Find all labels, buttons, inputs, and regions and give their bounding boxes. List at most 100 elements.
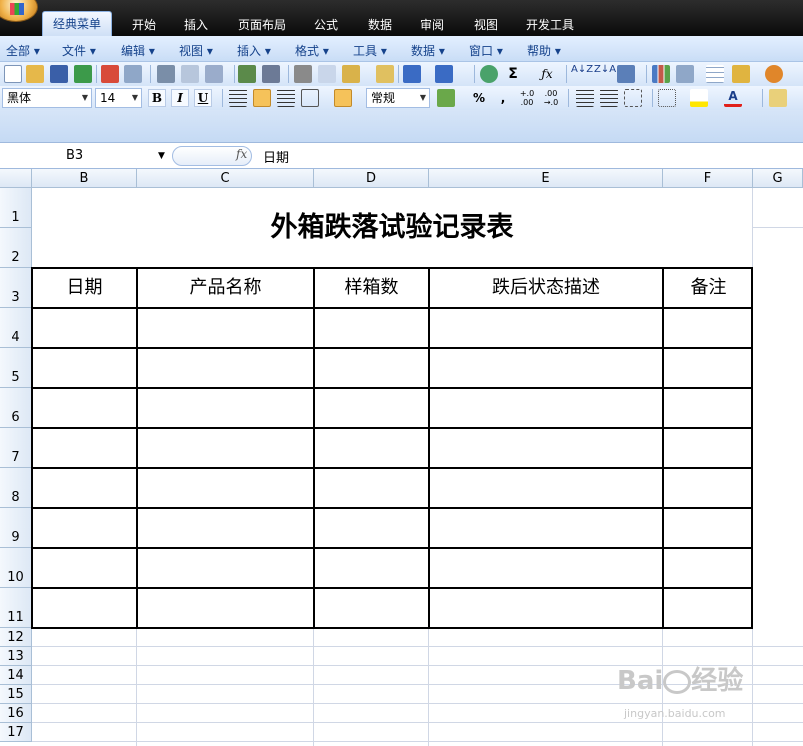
spelling-icon[interactable] bbox=[238, 65, 256, 83]
table-cell[interactable] bbox=[664, 389, 753, 429]
header-cell-product-name[interactable]: 产品名称 bbox=[138, 269, 315, 309]
open-icon[interactable] bbox=[26, 65, 44, 83]
copy-icon[interactable] bbox=[318, 65, 336, 83]
row-header-11[interactable]: 11 bbox=[0, 588, 32, 628]
comma-icon[interactable]: , bbox=[494, 89, 512, 107]
function-icon[interactable]: ƒx bbox=[538, 65, 556, 83]
chart-icon[interactable] bbox=[652, 65, 670, 83]
tab-formulas[interactable]: 公式 bbox=[306, 14, 346, 36]
redo-icon[interactable] bbox=[435, 65, 453, 83]
row-header-8[interactable]: 8 bbox=[0, 468, 32, 508]
table-cell[interactable] bbox=[138, 589, 315, 629]
table-cell[interactable] bbox=[430, 429, 664, 469]
insert-comment-icon[interactable] bbox=[769, 89, 787, 107]
wrap-text-icon[interactable] bbox=[334, 89, 352, 107]
formula-value[interactable]: 日期 bbox=[263, 147, 289, 166]
table-cell[interactable] bbox=[33, 509, 138, 549]
row-header-7[interactable]: 7 bbox=[0, 428, 32, 468]
table-cell[interactable] bbox=[664, 469, 753, 509]
folder-icon[interactable] bbox=[732, 65, 750, 83]
table-cell[interactable] bbox=[315, 389, 430, 429]
print-preview-icon[interactable] bbox=[181, 65, 199, 83]
table-cell[interactable] bbox=[315, 309, 430, 349]
sheet-title[interactable]: 外箱跌落试验记录表 bbox=[32, 188, 752, 268]
table-cell[interactable] bbox=[138, 509, 315, 549]
save-icon[interactable] bbox=[50, 65, 68, 83]
select-all-corner[interactable] bbox=[0, 169, 32, 188]
table-cell[interactable] bbox=[33, 549, 138, 589]
undo-icon[interactable] bbox=[403, 65, 421, 83]
excel-icon[interactable] bbox=[74, 65, 92, 83]
column-header-d[interactable]: D bbox=[314, 169, 429, 188]
underline-button[interactable]: U bbox=[194, 89, 212, 107]
permission-icon[interactable] bbox=[101, 65, 119, 83]
tab-insert[interactable]: 插入 bbox=[176, 14, 216, 36]
menu-help[interactable]: 帮助 ▾ bbox=[527, 42, 561, 59]
autosum-icon[interactable]: Σ bbox=[504, 65, 522, 83]
font-name-combo[interactable]: 黑体 ▼ bbox=[2, 88, 92, 108]
bold-button[interactable]: B bbox=[148, 89, 166, 107]
table-cell[interactable] bbox=[138, 389, 315, 429]
table-cell[interactable] bbox=[33, 389, 138, 429]
row-header-15[interactable]: 15 bbox=[0, 685, 32, 704]
table-cell[interactable] bbox=[664, 509, 753, 549]
menu-format[interactable]: 格式 ▾ bbox=[295, 42, 329, 59]
header-cell-sample-count[interactable]: 样箱数 bbox=[315, 269, 430, 309]
tab-classic-menu[interactable]: 经典菜单 bbox=[42, 11, 112, 36]
sort-ascending-icon[interactable]: A↓Z bbox=[571, 65, 593, 83]
tab-home[interactable]: 开始 bbox=[124, 14, 164, 36]
align-left-icon[interactable] bbox=[229, 89, 247, 107]
table-cell[interactable] bbox=[138, 349, 315, 389]
row-header-14[interactable]: 14 bbox=[0, 666, 32, 685]
menu-window[interactable]: 窗口 ▾ bbox=[469, 42, 503, 59]
table-cell[interactable] bbox=[315, 549, 430, 589]
row-header-2[interactable]: 2 bbox=[0, 228, 32, 268]
align-right-icon[interactable] bbox=[277, 89, 295, 107]
decrease-decimal-icon[interactable]: .00 →.0 bbox=[542, 89, 560, 107]
options-icon[interactable] bbox=[765, 65, 783, 83]
header-cell-remarks[interactable]: 备注 bbox=[664, 269, 753, 309]
table-cell[interactable] bbox=[430, 549, 664, 589]
row-header-6[interactable]: 6 bbox=[0, 388, 32, 428]
tab-page-layout[interactable]: 页面布局 bbox=[232, 14, 292, 36]
column-header-b[interactable]: B bbox=[32, 169, 137, 188]
tab-review[interactable]: 审阅 bbox=[412, 14, 452, 36]
increase-decimal-icon[interactable]: +.0.00 bbox=[518, 89, 536, 107]
table-cell[interactable] bbox=[430, 469, 664, 509]
font-size-combo[interactable]: 14 ▼ bbox=[95, 88, 142, 108]
column-header-c[interactable]: C bbox=[137, 169, 314, 188]
tab-data[interactable]: 数据 bbox=[360, 14, 400, 36]
menu-all[interactable]: 全部 ▾ bbox=[6, 42, 40, 59]
column-header-e[interactable]: E bbox=[429, 169, 663, 188]
table-cell[interactable] bbox=[138, 429, 315, 469]
table-cell[interactable] bbox=[138, 309, 315, 349]
cell-style-icon[interactable] bbox=[624, 89, 642, 107]
table-cell[interactable] bbox=[430, 349, 664, 389]
decrease-indent-icon[interactable] bbox=[576, 89, 594, 107]
row-header-3[interactable]: 3 bbox=[0, 268, 32, 308]
table-cell[interactable] bbox=[138, 549, 315, 589]
row-header-4[interactable]: 4 bbox=[0, 308, 32, 348]
insert-function-icon[interactable]: fx bbox=[236, 147, 247, 161]
filter-icon[interactable] bbox=[617, 65, 635, 83]
header-cell-status-description[interactable]: 跌后状态描述 bbox=[430, 269, 664, 309]
row-header-12[interactable]: 12 bbox=[0, 628, 32, 647]
menu-tools[interactable]: 工具 ▾ bbox=[353, 42, 387, 59]
menu-file[interactable]: 文件 ▾ bbox=[62, 42, 96, 59]
table-cell[interactable] bbox=[664, 589, 753, 629]
paste-icon[interactable] bbox=[342, 65, 360, 83]
row-header-1[interactable]: 1 bbox=[0, 188, 32, 228]
increase-indent-icon[interactable] bbox=[600, 89, 618, 107]
print-icon[interactable] bbox=[157, 65, 175, 83]
table-cell[interactable] bbox=[33, 589, 138, 629]
table-cell[interactable] bbox=[430, 589, 664, 629]
column-header-g[interactable]: G bbox=[753, 169, 803, 188]
table-icon[interactable] bbox=[706, 65, 724, 83]
table-cell[interactable] bbox=[430, 509, 664, 549]
table-cell[interactable] bbox=[664, 309, 753, 349]
sort-descending-icon[interactable]: Z↓A bbox=[594, 65, 616, 83]
table-cell[interactable] bbox=[315, 589, 430, 629]
menu-insert[interactable]: 插入 ▾ bbox=[237, 42, 271, 59]
print-area-icon[interactable] bbox=[205, 65, 223, 83]
table-cell[interactable] bbox=[315, 349, 430, 389]
